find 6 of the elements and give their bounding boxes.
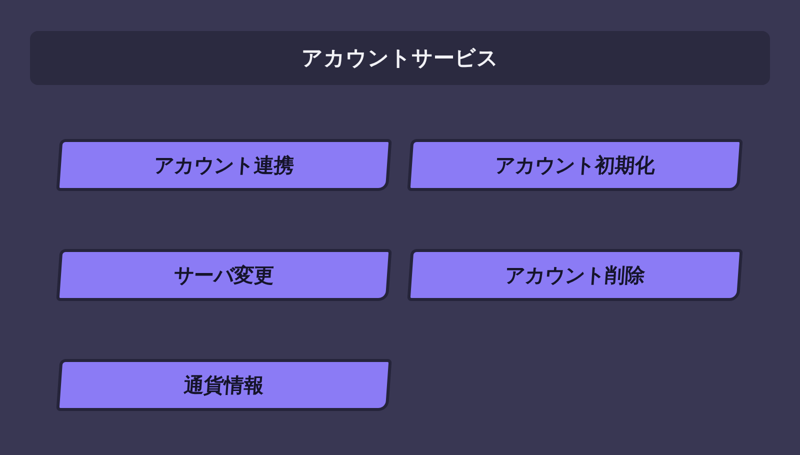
menu-button[interactable]: アカウント初期化 <box>407 139 743 191</box>
menu-button[interactable]: 通貨情報 <box>56 359 392 411</box>
section-title: アカウントサービス <box>302 45 498 72</box>
menu-button[interactable]: サーバ変更 <box>56 249 392 301</box>
menu-button[interactable]: アカウント連携 <box>56 139 392 191</box>
menu-button[interactable]: アカウント削除 <box>407 249 743 301</box>
